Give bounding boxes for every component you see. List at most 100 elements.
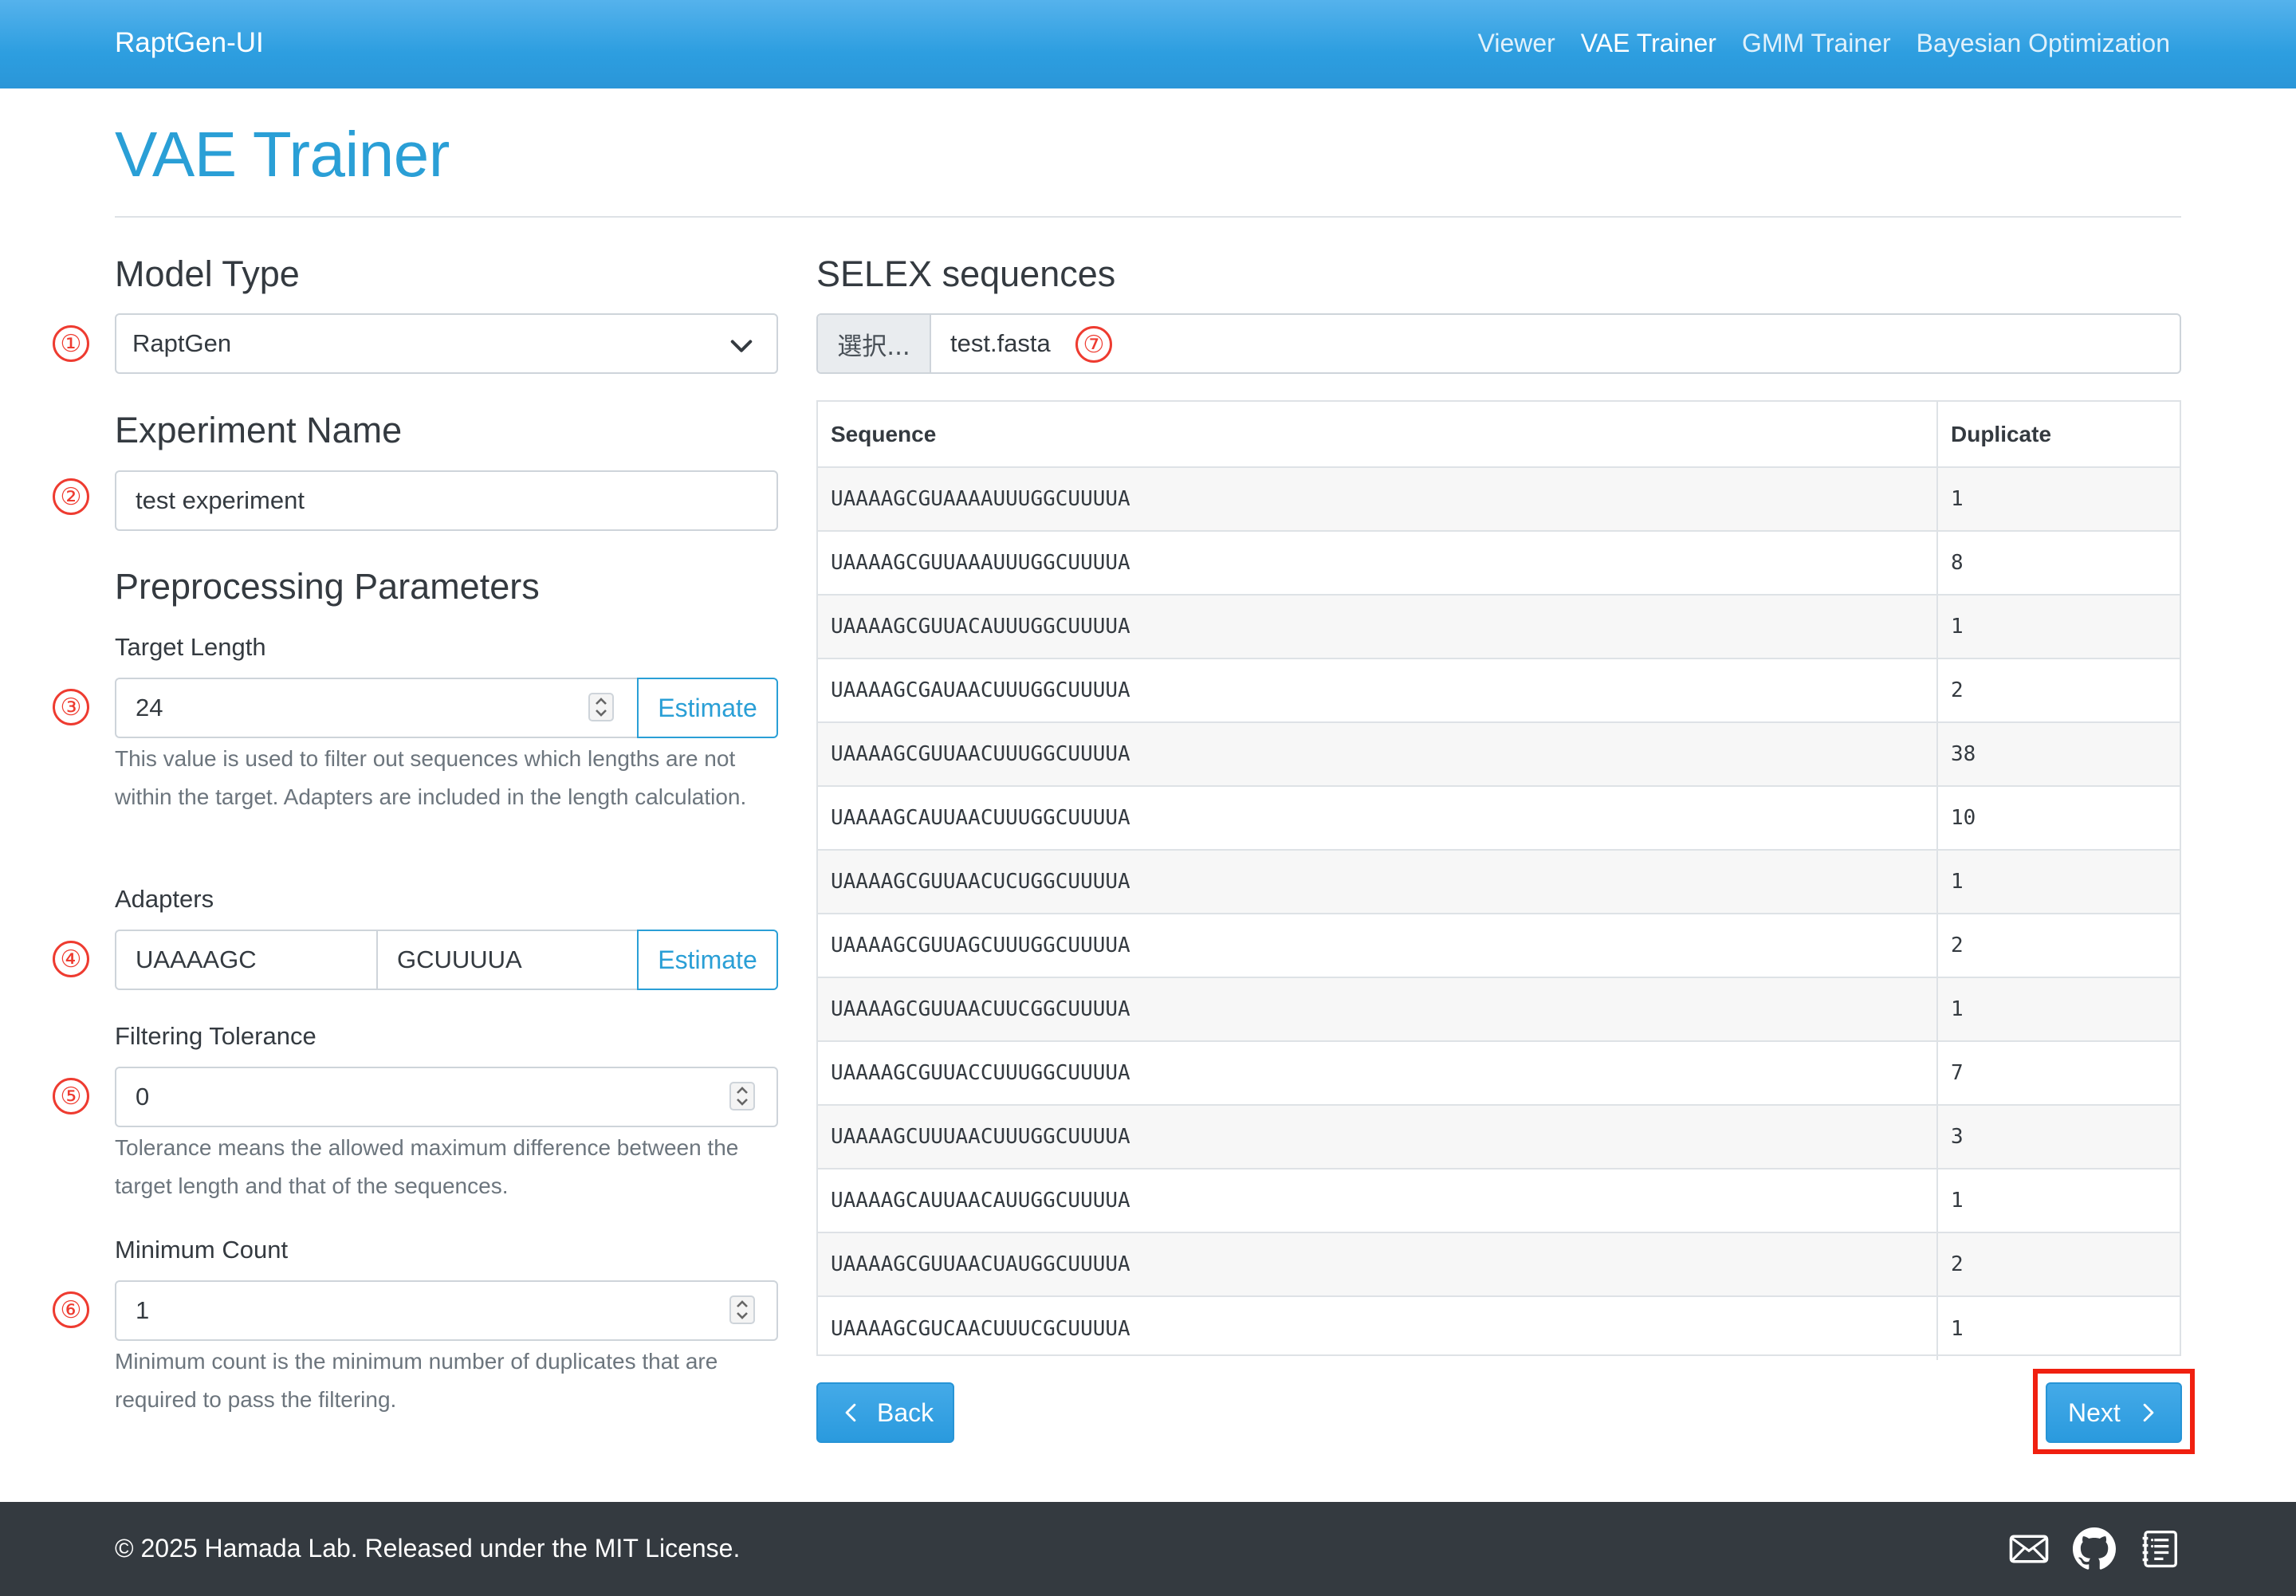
table-row: UAAAAGCGUUAACUAUGGCUUUUA 2 bbox=[818, 1232, 2180, 1297]
spinner-arrows-icon bbox=[737, 1087, 748, 1106]
marker-2: ② bbox=[53, 478, 89, 515]
marker-5: ⑤ bbox=[53, 1078, 89, 1114]
selected-file-name: test.fasta bbox=[950, 329, 1051, 357]
filtering-tolerance-value: 0 bbox=[136, 1083, 150, 1111]
sequence-cell: UAAAAGCGUUAAAUUUGGCUUUUA bbox=[818, 531, 1937, 596]
duplicate-cell: 2 bbox=[1936, 1232, 2180, 1297]
minimum-count-value: 1 bbox=[136, 1296, 150, 1324]
duplicate-cell: 38 bbox=[1936, 722, 2180, 787]
minimum-count-label: Minimum Count bbox=[115, 1236, 289, 1264]
reverse-adapter-value: GCUUUUA bbox=[397, 945, 522, 973]
duplicate-cell: 10 bbox=[1936, 786, 2180, 851]
table-row: UAAAAGCGAUAACUUUGGCUUUUA 2 bbox=[818, 658, 2180, 723]
sequence-cell: UAAAAGCGUUAACUUCGGCUUUUA bbox=[818, 977, 1937, 1042]
navbar: RaptGen-UI Viewer VAE Trainer GMM Traine… bbox=[0, 0, 2296, 88]
adapters-label: Adapters bbox=[115, 885, 214, 913]
experiment-name-value: test experiment bbox=[136, 486, 305, 514]
marker-7: ⑦ bbox=[1075, 326, 1112, 363]
nav-links: Viewer VAE Trainer GMM Trainer Bayesian … bbox=[1478, 29, 2170, 58]
github-icon[interactable] bbox=[2073, 1527, 2116, 1570]
sequence-cell: UAAAAGCGUCAACUUUCGCUUUUA bbox=[831, 1316, 1130, 1341]
table-row: UAAAAGCGUUAGCUUUGGCUUUUA 2 bbox=[818, 914, 2180, 978]
marker-4: ④ bbox=[53, 941, 89, 977]
model-type-selected-value: RaptGen bbox=[132, 329, 232, 357]
duplicate-cell: 8 bbox=[1936, 531, 2180, 596]
brand-logo[interactable]: RaptGen-UI bbox=[115, 27, 264, 59]
duplicate-cell: 7 bbox=[1936, 1041, 2180, 1106]
table-row: UAAAAGCAUUAACUUUGGCUUUUA 10 bbox=[818, 786, 2180, 851]
nav-link-vae-trainer[interactable]: VAE Trainer bbox=[1581, 29, 1716, 58]
chevron-left-icon bbox=[845, 1403, 856, 1422]
minimum-count-help: Minimum count is the minimum number of d… bbox=[115, 1349, 718, 1412]
minimum-count-input[interactable]: 1 bbox=[115, 1280, 778, 1341]
sequence-cell: UAAAAGCGUAAAAUUUGGCUUUUA bbox=[818, 467, 1937, 532]
sequence-cell: UAAAAGCGAUAACUUUGGCUUUUA bbox=[818, 658, 1937, 723]
mail-icon[interactable] bbox=[2007, 1527, 2050, 1570]
estimate-target-length-button[interactable]: Estimate bbox=[637, 678, 778, 738]
experiment-name-input[interactable]: test experiment bbox=[115, 470, 778, 531]
footer-copyright: © 2025 Hamada Lab. Released under the MI… bbox=[115, 1534, 741, 1563]
table-row: UAAAAGCGUUAACUCUGGCUUUUA 1 bbox=[818, 850, 2180, 914]
filtering-tolerance-spinner[interactable] bbox=[729, 1082, 755, 1111]
reverse-adapter-input[interactable]: GCUUUUA bbox=[376, 930, 639, 990]
spinner-arrows-icon bbox=[596, 698, 607, 717]
filtering-tolerance-input[interactable]: 0 bbox=[115, 1067, 778, 1127]
sequence-cell: UAAAAGCGUUAACUAUGGCUUUUA bbox=[818, 1232, 1937, 1297]
sequence-cell: UAAAAGCAUUAACAUUGGCUUUUA bbox=[818, 1169, 1937, 1233]
marker-1: ① bbox=[53, 325, 89, 362]
table-row: UAAAAGCGUUACAUUUGGCUUUUA 1 bbox=[818, 595, 2180, 659]
table-row: UAAAAGCGUAAAAUUUGGCUUUUA 1 bbox=[818, 467, 2180, 532]
document-icon[interactable] bbox=[2138, 1527, 2181, 1570]
duplicate-cell: 1 bbox=[1936, 850, 2180, 914]
duplicate-cell: 2 bbox=[1936, 914, 2180, 978]
nav-link-viewer[interactable]: Viewer bbox=[1478, 29, 1555, 58]
estimate-adapters-button[interactable]: Estimate bbox=[637, 930, 778, 990]
filtering-tolerance-label: Filtering Tolerance bbox=[115, 1022, 316, 1050]
target-length-label: Target Length bbox=[115, 633, 266, 661]
model-type-select[interactable]: RaptGen bbox=[115, 313, 778, 374]
nav-link-bayesian-optimization[interactable]: Bayesian Optimization bbox=[1917, 29, 2170, 58]
duplicate-cell: 1 bbox=[1936, 1169, 2180, 1233]
marker-3: ③ bbox=[53, 689, 89, 725]
page-title: VAE Trainer bbox=[115, 119, 450, 190]
forward-adapter-value: UAAAAGC bbox=[136, 945, 257, 973]
duplicate-cell: 2 bbox=[1936, 658, 2180, 723]
sequence-cell: UAAAAGCGUUAACUUUGGCUUUUA bbox=[818, 722, 1937, 787]
back-button[interactable]: Back bbox=[816, 1382, 954, 1443]
column-header-sequence: Sequence bbox=[818, 402, 1937, 468]
forward-adapter-input[interactable]: UAAAAGC bbox=[115, 930, 378, 990]
sequence-cell: UAAAAGCGUUACAUUUGGCUUUUA bbox=[818, 595, 1937, 659]
duplicate-cell: 1 bbox=[1936, 467, 2180, 532]
minimum-count-spinner[interactable] bbox=[729, 1295, 755, 1324]
marker-6: ⑥ bbox=[53, 1291, 89, 1328]
sequence-cell: UAAAAGCAUUAACUUUGGCUUUUA bbox=[818, 786, 1937, 851]
sequence-cell: UAAAAGCUUUAACUUUGGCUUUUA bbox=[818, 1105, 1937, 1169]
table-row: UAAAAGCGUUAAAUUUGGCUUUUA 8 bbox=[818, 531, 2180, 596]
next-button-highlight bbox=[2033, 1369, 2195, 1454]
nav-link-gmm-trainer[interactable]: GMM Trainer bbox=[1742, 29, 1891, 58]
chevron-down-icon bbox=[730, 340, 753, 352]
table-row: UAAAAGCUUUAACUUUGGCUUUUA 3 bbox=[818, 1105, 2180, 1169]
title-divider bbox=[115, 216, 2181, 218]
table-row: UAAAAGCGUUAACUUCGGCUUUUA 1 bbox=[818, 977, 2180, 1042]
preprocessing-heading: Preprocessing Parameters bbox=[115, 566, 540, 607]
table-row: UAAAAGCAUUAACAUUGGCUUUUA 1 bbox=[818, 1169, 2180, 1233]
column-header-duplicate: Duplicate bbox=[1936, 402, 2180, 468]
target-length-spinner[interactable] bbox=[588, 693, 614, 721]
duplicate-cell: 1 bbox=[1936, 595, 2180, 659]
sequence-cell: UAAAAGCGUUACCUUUGGCUUUUA bbox=[818, 1041, 1937, 1106]
duplicate-cell: 1 bbox=[1936, 977, 2180, 1042]
selex-file-input[interactable]: 選択... test.fasta bbox=[816, 313, 2181, 374]
target-length-input[interactable]: 24 bbox=[115, 678, 639, 738]
duplicate-cell: 3 bbox=[1936, 1105, 2180, 1169]
target-length-value: 24 bbox=[136, 694, 163, 721]
duplicate-cell: 1 bbox=[1936, 1296, 2180, 1360]
table-row: UAAAAGCGUUAACUUUGGCUUUUA 38 bbox=[818, 722, 2180, 787]
sequence-cell: UAAAAGCGUUAACUCUGGCUUUUA bbox=[818, 850, 1937, 914]
footer: © 2025 Hamada Lab. Released under the MI… bbox=[0, 1502, 2296, 1596]
back-button-label: Back bbox=[877, 1397, 934, 1427]
selex-sequence-table: Sequence Duplicate UAAAAGCGUAAAAUUUGGCUU… bbox=[816, 400, 2181, 1360]
selex-heading: SELEX sequences bbox=[816, 254, 1116, 294]
table-row: UAAAAGCGUCAACUUUCGCUUUUA 1 bbox=[818, 1296, 2180, 1360]
browse-file-button[interactable]: 選択... bbox=[818, 315, 931, 372]
